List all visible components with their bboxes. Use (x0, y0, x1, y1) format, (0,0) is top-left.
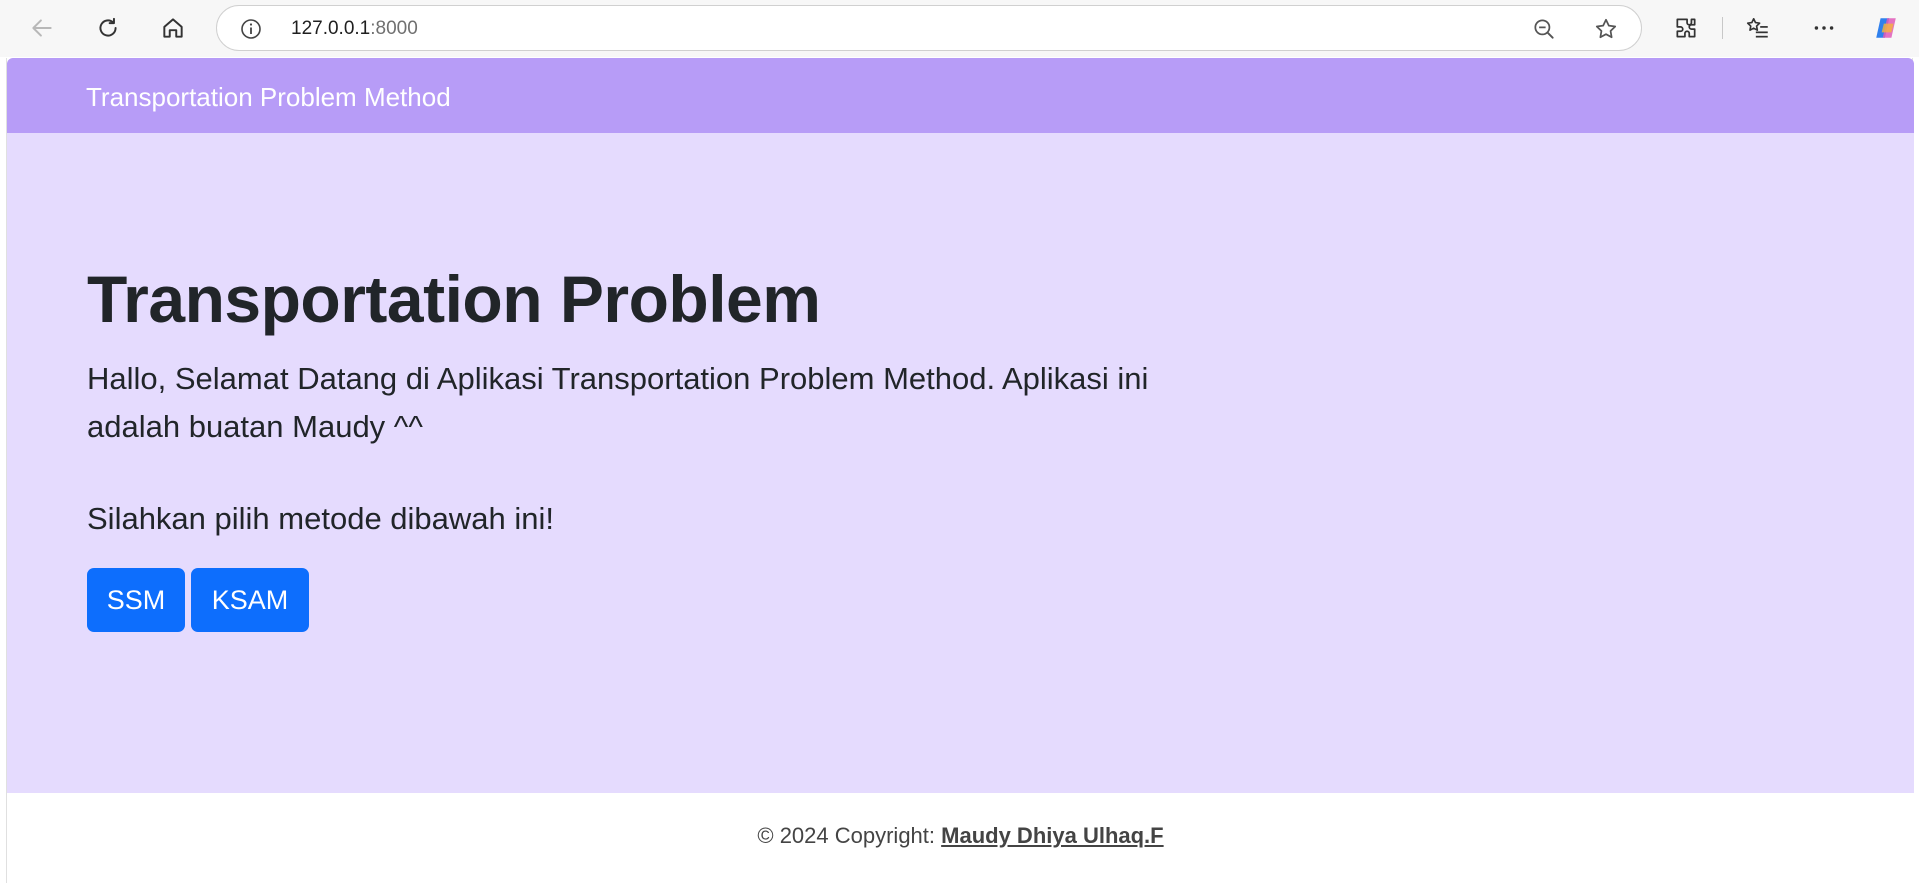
url-host: 127.0.0.1 (291, 18, 371, 39)
page-viewport: Transportation Problem Method Transporta… (6, 58, 1914, 883)
method-prompt: Silahkan pilih metode dibawah ini! (87, 501, 555, 536)
back-arrow-icon[interactable] (24, 10, 60, 46)
home-icon[interactable] (155, 10, 191, 46)
navbar: Transportation Problem Method (7, 58, 1914, 133)
copilot-icon[interactable] (1868, 10, 1904, 46)
refresh-icon[interactable] (90, 10, 126, 46)
address-bar[interactable]: 127.0.0.1:8000 (216, 5, 1642, 51)
info-icon[interactable] (239, 17, 263, 41)
page-title: Transportation Problem (87, 262, 821, 336)
toolbar-divider (1722, 17, 1723, 39)
ksam-button[interactable]: KSAM (191, 568, 309, 632)
navbar-brand[interactable]: Transportation Problem Method (86, 82, 451, 113)
favorites-list-icon[interactable] (1740, 10, 1776, 46)
favorite-star-icon[interactable] (1593, 16, 1619, 42)
more-options-icon[interactable] (1806, 10, 1842, 46)
hero-section: Transportation Problem Hallo, Selamat Da… (7, 133, 1914, 793)
copyright-label: © 2024 Copyright: (757, 823, 942, 848)
ssm-button[interactable]: SSM (87, 568, 185, 632)
browser-toolbar: 127.0.0.1:8000 (0, 0, 1919, 57)
footer: © 2024 Copyright: Maudy Dhiya Ulhaq.F (7, 793, 1914, 883)
url-port: :8000 (370, 18, 418, 39)
welcome-text: Hallo, Selamat Datang di Aplikasi Transp… (87, 361, 1149, 444)
author-link[interactable]: Maudy Dhiya Ulhaq.F (941, 823, 1163, 848)
zoom-out-icon[interactable] (1531, 16, 1557, 42)
extensions-icon[interactable] (1668, 10, 1704, 46)
url-text[interactable]: 127.0.0.1:8000 (291, 18, 418, 40)
copyright-text: © 2024 Copyright: Maudy Dhiya Ulhaq.F (7, 823, 1914, 849)
